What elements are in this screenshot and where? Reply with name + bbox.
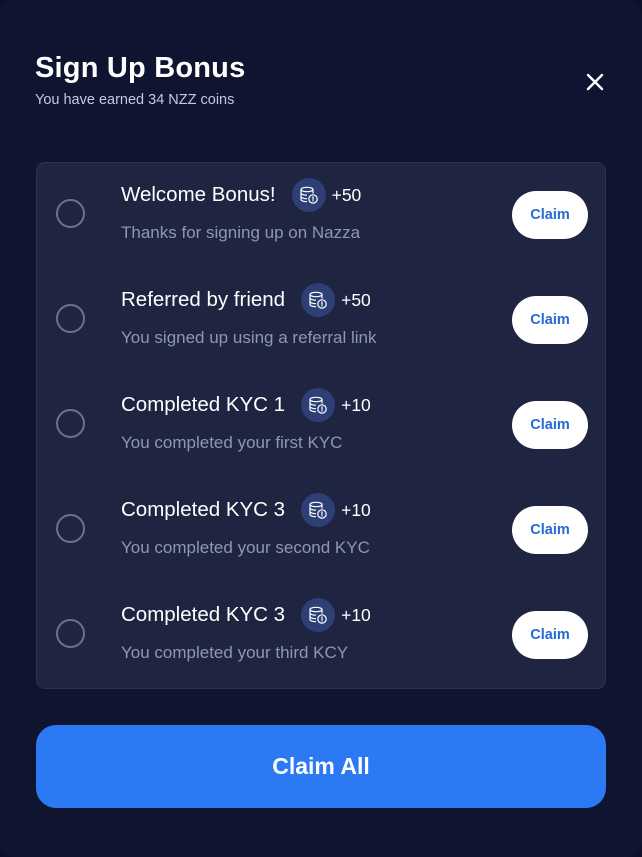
close-button[interactable]: [578, 65, 612, 99]
claim-all-button[interactable]: Claim All: [36, 725, 606, 808]
claim-button[interactable]: Claim: [512, 296, 588, 344]
bonus-radio[interactable]: [56, 409, 85, 438]
bonus-description: Thanks for signing up on Nazza: [121, 223, 361, 242]
bonus-title-line: Completed KYC 3 +10: [121, 492, 371, 528]
bonus-row-kyc-third: Completed KYC 3 +10 You completed your t…: [37, 583, 605, 688]
bonus-title-line: Welcome Bonus! +50: [121, 177, 361, 213]
bonus-title: Completed KYC 3: [121, 603, 286, 626]
bonus-title-line: Completed KYC 3 +10: [121, 597, 371, 633]
bonus-radio[interactable]: [56, 199, 85, 228]
bonus-points: +10: [341, 605, 371, 625]
claim-button[interactable]: Claim: [512, 506, 588, 554]
bonus-description: You completed your second KYC: [121, 538, 370, 557]
bonus-title: Completed KYC 1: [121, 393, 286, 416]
claim-button[interactable]: Claim: [512, 191, 588, 239]
coins-icon: [291, 178, 326, 212]
bonus-row-kyc-1: Completed KYC 1 +10 You completed your f…: [37, 373, 605, 478]
bonus-title-line: Referred by friend +50: [121, 282, 371, 318]
bonus-points: +50: [341, 290, 371, 310]
sign-up-bonus-modal: Sign Up Bonus You have earned 34 NZZ coi…: [0, 0, 642, 857]
coins-icon: [301, 283, 336, 317]
bonus-description: You completed your third KCY: [121, 643, 349, 662]
bonus-title-line: Completed KYC 1 +10: [121, 387, 371, 423]
bonus-title: Welcome Bonus!: [121, 183, 276, 206]
coins-icon: [301, 493, 336, 527]
bonus-radio[interactable]: [56, 619, 85, 648]
bonus-row-welcome: Welcome Bonus! +50 Thanks for signing up…: [37, 163, 605, 268]
bonus-description: You signed up using a referral link: [121, 328, 377, 347]
bonus-title: Completed KYC 3: [121, 498, 286, 521]
coins-icon: [301, 388, 336, 422]
coins-icon: [301, 598, 336, 632]
bonus-radio[interactable]: [56, 514, 85, 543]
modal-title: Sign Up Bonus: [35, 52, 246, 84]
bonus-radio[interactable]: [56, 304, 85, 333]
bonus-row-kyc-second: Completed KYC 3 +10 You completed your s…: [37, 478, 605, 583]
modal-subtitle: You have earned 34 NZZ coins: [35, 92, 235, 108]
bonus-row-referral: Referred by friend +50 You signed up usi…: [37, 268, 605, 373]
claim-button[interactable]: Claim: [512, 401, 588, 449]
bonus-points: +10: [341, 395, 371, 415]
bonus-description: You completed your first KYC: [121, 433, 343, 452]
bonus-points: +10: [341, 500, 371, 520]
claim-button[interactable]: Claim: [512, 611, 588, 659]
close-icon: [586, 73, 604, 91]
bonus-list: Welcome Bonus! +50 Thanks for signing up…: [36, 162, 606, 689]
bonus-points: +50: [331, 185, 362, 205]
bonus-title: Referred by friend: [121, 288, 286, 311]
